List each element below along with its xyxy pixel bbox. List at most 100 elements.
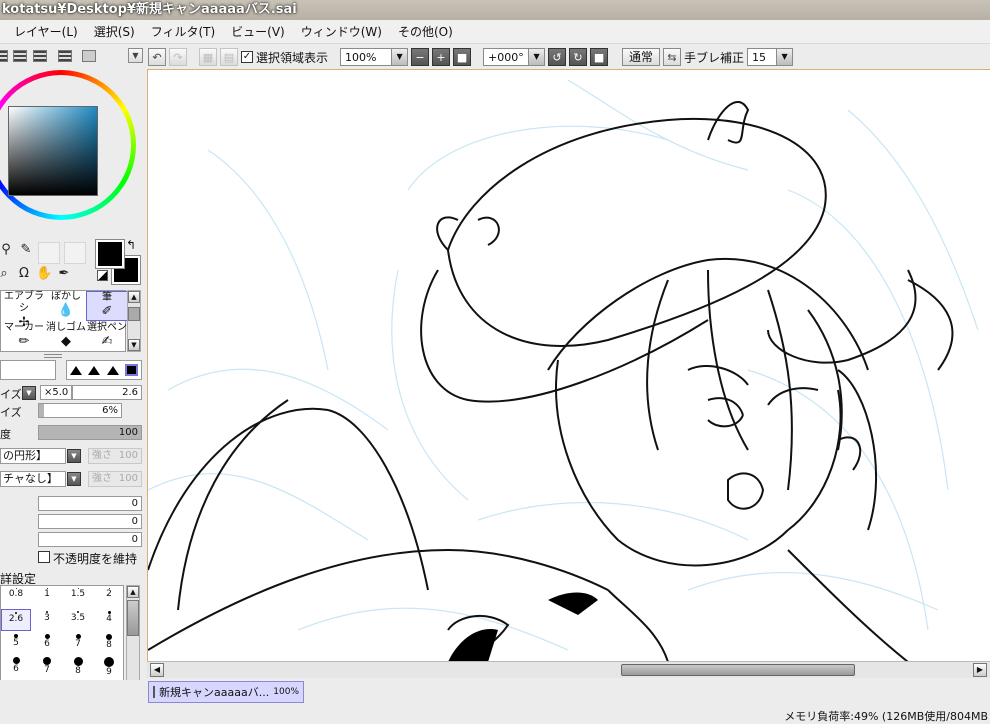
zoom-reset-button[interactable]: ■ <box>453 48 472 66</box>
brush-size-preset[interactable]: 8 <box>63 655 93 677</box>
brush-size-preset[interactable]: 7 <box>63 632 93 654</box>
scroll-down-arrow[interactable]: ▼ <box>128 339 140 351</box>
rotate-tool-icon[interactable]: Ω <box>16 266 32 282</box>
tip-hard-icon[interactable] <box>70 365 83 375</box>
brush-size-preset[interactable] <box>1 678 31 680</box>
persistence-slider[interactable]: 0 <box>38 532 142 547</box>
swap-colors-icon[interactable]: ↰ <box>126 238 136 252</box>
flip-horizontal-button[interactable]: ⇆ <box>663 48 682 66</box>
invert-selection-button[interactable]: ▤ <box>220 48 238 66</box>
zoom-select[interactable]: 100% ▼ <box>340 48 409 66</box>
brush-eraser[interactable]: 消しゴム ◆ <box>45 322 87 352</box>
brush-select-pen[interactable]: 選択ペン ✍ <box>86 322 128 352</box>
brush-size-preset[interactable]: 4 <box>94 609 124 631</box>
stabilizer-select[interactable]: 15 ▼ <box>747 48 794 66</box>
magic-wand-icon[interactable]: ⚲ <box>0 242 14 258</box>
zoom-out-button[interactable]: − <box>411 48 430 66</box>
hand-tool-icon[interactable]: ✋ <box>36 266 52 282</box>
brush-size-preset[interactable]: 6 <box>32 632 62 654</box>
tip-medium-icon[interactable] <box>88 365 101 375</box>
rotate-right-button[interactable]: ↻ <box>569 48 588 66</box>
brush-size-preset[interactable]: 9 <box>94 655 124 677</box>
keep-opacity-checkbox[interactable] <box>38 551 50 563</box>
brush-size-preset[interactable]: 2.6 <box>1 609 31 631</box>
menu-other[interactable]: その他(O) <box>390 20 461 44</box>
brush-size-preset[interactable]: 8 <box>94 632 124 654</box>
reset-colors-icon[interactable] <box>97 270 108 281</box>
empty-tool-slot[interactable] <box>64 242 86 264</box>
brush-size-preset[interactable] <box>63 678 93 680</box>
density-slider[interactable]: 100 <box>38 425 142 440</box>
document-tab[interactable]: 新規キャンaaaaaバ... 100% <box>148 681 304 703</box>
deselect-button[interactable]: ▦ <box>199 48 217 66</box>
scroll-left-arrow[interactable]: ◀ <box>150 663 164 677</box>
brush-size-preset[interactable]: 1 <box>32 586 62 608</box>
brush-size-preset[interactable]: 5 <box>1 632 31 654</box>
tip-soft-icon[interactable] <box>106 365 119 375</box>
empty-tool-slot[interactable] <box>38 242 60 264</box>
menu-view[interactable]: ビュー(V) <box>223 20 293 44</box>
scroll-thumb[interactable] <box>127 600 139 636</box>
texture-select[interactable]: チャなし】 <box>0 471 66 487</box>
eyedropper-icon[interactable]: ✎ <box>18 242 34 258</box>
primary-color-swatch[interactable] <box>95 239 125 269</box>
rotate-left-button[interactable]: ↺ <box>548 48 567 66</box>
scroll-thumb[interactable] <box>128 307 140 321</box>
scroll-right-arrow[interactable]: ▶ <box>973 663 987 677</box>
brush-size-preset[interactable] <box>32 678 62 680</box>
show-selection-checkbox[interactable]: ✓ <box>241 51 253 63</box>
blend-slider[interactable]: 0 <box>38 496 142 511</box>
rotation-select[interactable]: +000° ▼ <box>483 48 546 66</box>
color-picker-icon[interactable]: ✒ <box>56 266 72 282</box>
zoom-value: 100% <box>345 50 377 64</box>
scroll-thumb[interactable] <box>621 664 855 676</box>
brush-size-preset[interactable] <box>94 678 124 680</box>
panel-menu-button[interactable]: ▼ <box>128 48 143 63</box>
min-size-slider[interactable]: 6% <box>38 403 122 418</box>
min-size-label: イズ <box>0 406 22 419</box>
zoom-tool-icon[interactable]: ⌕ <box>0 266 12 282</box>
brush-pen[interactable]: 筆 ✐ <box>86 291 128 321</box>
dilution-slider[interactable]: 0 <box>38 514 142 529</box>
shape-select[interactable]: の円形】 <box>0 448 66 464</box>
scratchpad-tab[interactable] <box>82 50 96 62</box>
brush-size-preset[interactable]: 0.8 <box>1 586 31 608</box>
brush-size-preset[interactable]: 3.5 <box>63 609 93 631</box>
brush-grid-scrollbar[interactable]: ▲ ▼ <box>127 290 141 352</box>
size-menu-button[interactable]: ▼ <box>22 386 36 400</box>
rotate-reset-button[interactable]: ■ <box>590 48 609 66</box>
menu-filter[interactable]: フィルタ(T) <box>143 20 223 44</box>
size-value[interactable]: 2.6 <box>72 385 142 400</box>
menu-window[interactable]: ウィンドウ(W) <box>293 20 390 44</box>
hsv-slider-tab[interactable] <box>33 50 47 62</box>
chevron-down-icon[interactable]: ▼ <box>67 472 81 486</box>
brush-airbrush[interactable]: エアブラシ ✢ <box>3 291 45 330</box>
rgb-slider-tab[interactable] <box>13 50 27 62</box>
saturation-value-square[interactable] <box>8 106 98 196</box>
brush-marker[interactable]: マーカー ✏ <box>3 322 45 352</box>
blend-mode-button[interactable]: 通常 <box>622 48 661 66</box>
menu-layer[interactable]: レイヤー(L) <box>0 20 86 44</box>
drawing-canvas[interactable] <box>147 69 990 661</box>
scroll-up-arrow[interactable]: ▲ <box>128 291 140 303</box>
chevron-down-icon[interactable]: ▼ <box>67 449 81 463</box>
splitter-grip[interactable] <box>44 354 62 358</box>
canvas-horizontal-scrollbar[interactable]: ◀ ▶ <box>147 661 990 678</box>
square-icon: ■ <box>456 50 468 64</box>
brush-size-preset[interactable]: 2 <box>94 586 124 608</box>
brush-size-preset[interactable]: 6 <box>1 655 31 677</box>
brush-blur[interactable]: ぼかし 💧 <box>45 291 87 321</box>
brush-size-preset[interactable]: 7 <box>32 655 62 677</box>
undo-button[interactable]: ↶ <box>148 48 166 66</box>
color-wheel-tab[interactable] <box>0 50 8 62</box>
brush-size-preset[interactable]: 3 <box>32 609 62 631</box>
brush-size-preset[interactable]: 1.5 <box>63 586 93 608</box>
zoom-in-button[interactable]: + <box>432 48 451 66</box>
scroll-up-arrow[interactable]: ▲ <box>127 586 139 598</box>
size-multiplier[interactable]: ×5.0 <box>40 385 72 400</box>
menu-select[interactable]: 選択(S) <box>86 20 143 44</box>
tip-square-icon[interactable] <box>124 364 138 376</box>
redo-button[interactable]: ↷ <box>169 48 187 66</box>
size-grid-scrollbar[interactable]: ▲ ▼ <box>126 585 140 680</box>
palette-tab[interactable] <box>58 50 72 62</box>
